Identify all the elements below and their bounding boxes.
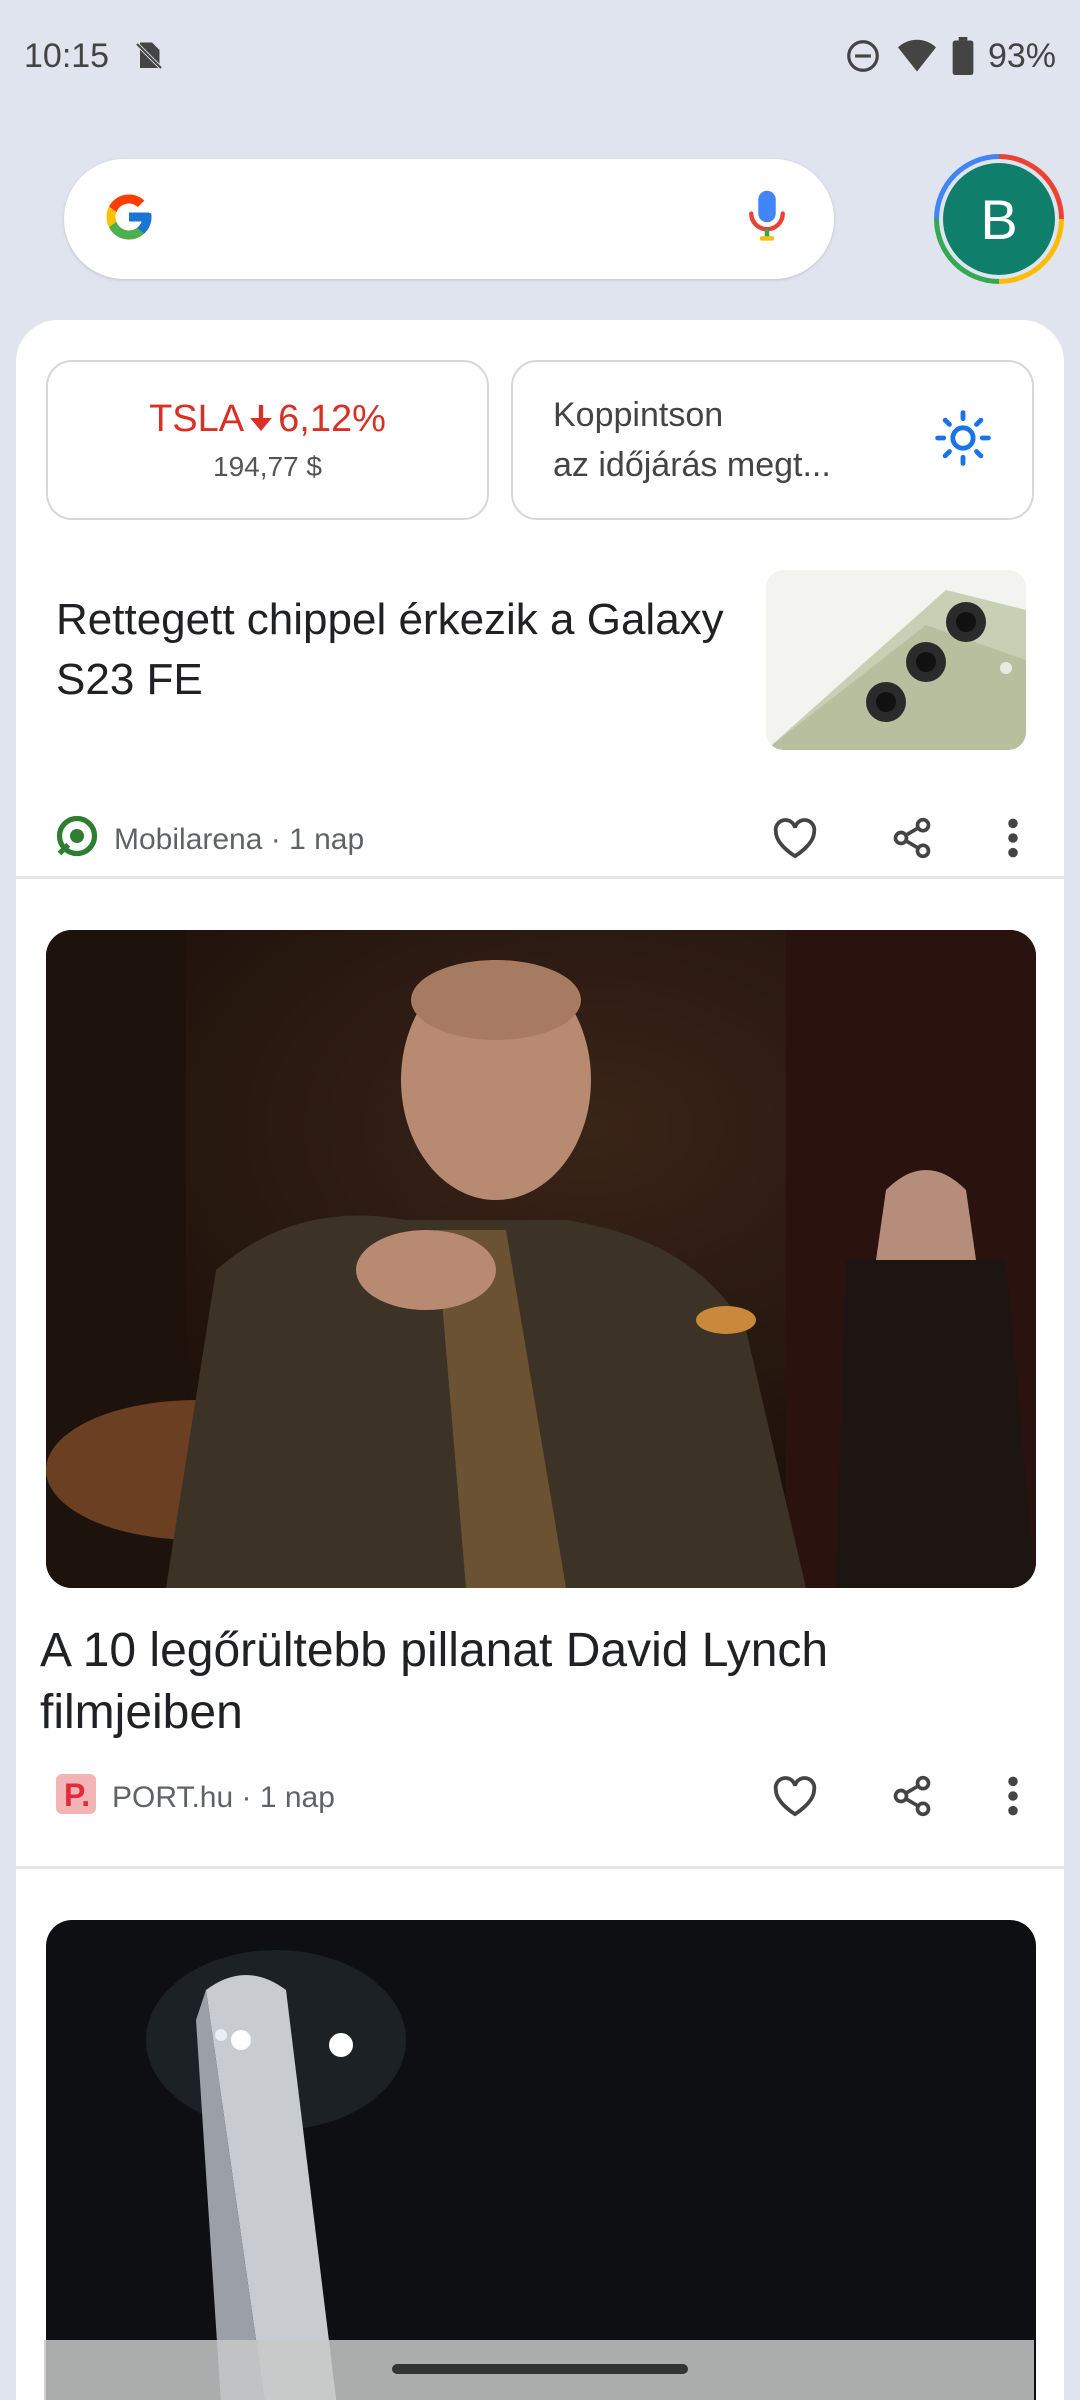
heart-icon[interactable] [772,1775,818,1822]
wifi-icon [896,37,938,75]
battery-icon [952,37,974,75]
search-row: B [64,154,1064,284]
stock-change: 6,12% [278,397,386,440]
article-meta: Mobilarena · 1 nap [56,810,1026,870]
mobilarena-logo-icon [56,815,98,865]
article-title[interactable]: A 10 legőrültebb pillanat David Lynch fi… [40,1620,1000,1744]
article-meta: P. PORT.hu · 1 nap [56,1768,1026,1828]
do-not-disturb-icon [844,37,882,75]
search-bar[interactable] [64,159,834,279]
more-vert-icon[interactable] [1006,816,1020,865]
heart-icon[interactable] [772,817,818,864]
battery-percent: 93% [987,36,1056,75]
weather-line-2: az időjárás megt... [553,446,831,484]
stock-price: 194,77 $ [213,450,322,482]
arrow-down-icon [250,398,272,441]
google-logo-icon [102,190,156,249]
port-logo-icon: P. [56,1774,96,1822]
article-card[interactable]: Rettegett chippel érkezik a Galaxy S23 F… [16,570,1064,900]
article-thumbnail[interactable] [766,570,1026,750]
divider [16,876,1064,879]
share-icon[interactable] [890,816,934,865]
gesture-handle[interactable] [392,2364,688,2374]
more-vert-icon[interactable] [1006,1774,1020,1823]
article-hero-image[interactable] [46,1920,1036,2400]
glance-chips: TSLA 6,12% 194,77 $ Koppintson az időjár… [46,360,1034,520]
account-avatar-button[interactable]: B [934,154,1064,284]
stock-chip[interactable]: TSLA 6,12% 194,77 $ [46,360,489,520]
divider [16,1866,1064,1869]
status-bar: 10:15 93% [0,0,1080,112]
article-source: PORT.hu · 1 nap [112,1781,335,1814]
discover-feed[interactable]: TSLA 6,12% 194,77 $ Koppintson az időjár… [16,320,1064,2400]
article-source: Mobilarena · 1 nap [114,823,365,856]
mic-icon[interactable] [746,189,788,250]
stock-symbol: TSLA [149,397,245,440]
weather-line-1: Koppintson [553,396,724,434]
article-hero-image[interactable] [46,930,1036,1588]
share-icon[interactable] [890,1774,934,1823]
status-time: 10:15 [24,36,110,75]
svg-text:P.: P. [64,1777,90,1813]
sun-icon [934,409,992,472]
article-title[interactable]: Rettegett chippel érkezik a Galaxy S23 F… [56,590,736,710]
weather-chip[interactable]: Koppintson az időjárás megt... [511,360,1034,520]
no-sim-icon [131,38,167,74]
avatar: B [943,163,1055,275]
